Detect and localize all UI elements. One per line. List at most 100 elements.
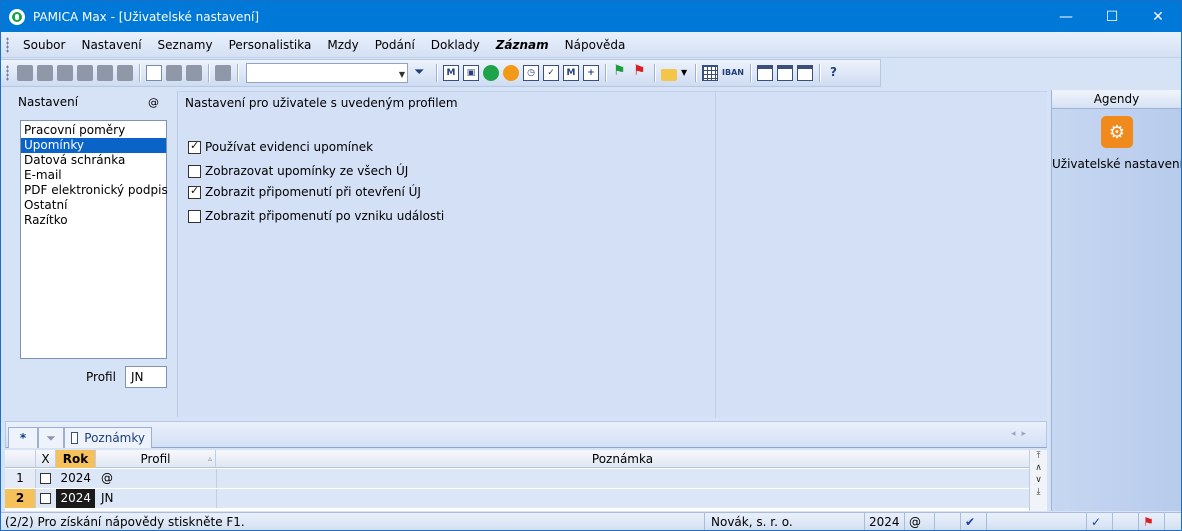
toolbar-separator <box>139 64 140 82</box>
toolbar-separator <box>750 64 751 82</box>
menu-grip-handle[interactable] <box>6 36 9 53</box>
status-ok-icon[interactable]: ✓ <box>1087 513 1113 530</box>
menu-mzdy[interactable]: Mzdy <box>319 38 366 52</box>
menu-napoveda[interactable]: Nápověda <box>557 38 634 52</box>
checkbox-label: Zobrazit připomenutí při otevření ÚJ <box>205 185 421 199</box>
category-item-upominky[interactable]: Upomínky <box>21 138 166 153</box>
column-header-poznamka[interactable]: Poznámka <box>216 450 1029 468</box>
employee-green-icon[interactable] <box>483 65 499 81</box>
category-item-razitko[interactable]: Razítko <box>21 213 166 228</box>
save-record-icon[interactable] <box>186 65 202 81</box>
profile-field[interactable]: JN <box>125 366 167 388</box>
cell-profil[interactable]: JN <box>101 489 216 508</box>
status-flag-icon[interactable]: ⚑ <box>1139 513 1165 530</box>
toolbar-grip-handle[interactable] <box>6 65 9 81</box>
tab-new-record[interactable]: * <box>8 427 38 448</box>
menu-personalistika[interactable]: Personalistika <box>221 38 320 52</box>
copy-record-icon[interactable] <box>37 65 53 81</box>
menu-zaznam[interactable]: Záznam <box>488 38 557 52</box>
m-report-icon[interactable]: M <box>563 65 579 81</box>
calendar-check-icon[interactable]: ✓ <box>543 65 559 81</box>
column-header-profil[interactable]: Profil ▵ <box>96 450 216 468</box>
checkbox-row-zobrazovat-upominky[interactable]: Zobrazovat upomínky ze všech ÚJ <box>188 164 408 178</box>
agenda-item-label[interactable]: Uživatelské nastavení <box>1052 157 1181 171</box>
app-window: PAMICA Max - [Uživatelské nastavení] — ☐… <box>0 0 1182 531</box>
print-preview-icon[interactable] <box>77 65 93 81</box>
agendy-panel: Agendy ⚙ Uživatelské nastavení <box>1051 90 1181 511</box>
scroll-up-icon[interactable]: ∧ <box>1030 462 1047 474</box>
monitor-icon[interactable] <box>757 65 773 81</box>
checkbox-pouzivat-evidenci[interactable] <box>188 139 201 154</box>
scroll-down-icon[interactable]: ∨ <box>1030 474 1047 486</box>
status-check-icon[interactable]: ✔ <box>961 513 987 530</box>
category-item-ostatni[interactable]: Ostatní <box>21 198 166 213</box>
table-row[interactable]: 1 2024 @ <box>5 469 1029 488</box>
employee-orange-icon[interactable] <box>503 65 519 81</box>
menu-nastaveni[interactable]: Nastavení <box>73 38 149 52</box>
green-flag-icon[interactable] <box>612 63 628 81</box>
minimize-button[interactable]: — <box>1043 1 1089 32</box>
tab-poznamky[interactable]: Poznámky <box>64 427 152 448</box>
tab-filter[interactable]: ⏷ <box>38 427 64 448</box>
calculator-icon[interactable] <box>702 65 718 81</box>
edit-record-icon[interactable] <box>166 65 182 81</box>
row-checkbox[interactable] <box>40 493 51 504</box>
grid-vertical-scrollbar[interactable]: ⤒ ∧ ∨ ⤓ <box>1029 450 1047 511</box>
window-tile-icon[interactable] <box>797 65 813 81</box>
profile-label: Profil <box>86 370 116 384</box>
document-image-icon[interactable]: ▣ <box>463 65 479 81</box>
m-document-icon[interactable]: M <box>443 65 459 81</box>
column-header-rok[interactable]: Rok <box>56 450 96 468</box>
user-settings-icon[interactable]: ⚙ <box>1101 116 1133 148</box>
filter-icon[interactable]: ⏷ <box>414 65 430 81</box>
checkbox-pripomenuti-otevreni[interactable] <box>188 184 201 199</box>
context-help-icon[interactable] <box>826 65 842 81</box>
cell-profil[interactable]: @ <box>101 469 216 488</box>
menu-podani[interactable]: Podání <box>367 38 423 52</box>
paste-icon[interactable] <box>215 65 231 81</box>
new-record-icon[interactable] <box>146 65 162 81</box>
calendar-clock-icon[interactable]: ◷ <box>523 65 539 81</box>
print-setup-icon[interactable] <box>117 65 133 81</box>
cell-rok[interactable]: 2024 <box>56 489 95 508</box>
scroll-bottom-icon[interactable]: ⤓ <box>1030 486 1047 498</box>
checkbox-row-pripomenuti-udalosti[interactable]: Zobrazit připomenutí po vzniku události <box>188 209 444 223</box>
print-icon[interactable] <box>57 65 73 81</box>
row-checkbox[interactable] <box>40 473 51 484</box>
iban-icon[interactable]: IBAN <box>722 65 744 81</box>
checkbox-zobrazovat-upominky[interactable] <box>188 164 201 178</box>
chevron-down-icon[interactable]: ▼ <box>399 70 405 79</box>
menu-soubor[interactable]: Soubor <box>15 38 73 52</box>
window-list-icon[interactable] <box>777 65 793 81</box>
status-bar: (2/2) Pro získání nápovědy stiskněte F1.… <box>1 512 1181 530</box>
scroll-top-icon[interactable]: ⤒ <box>1030 450 1047 462</box>
agendy-header[interactable]: Agendy <box>1052 90 1181 109</box>
toolbar: ▼ ⏷ M ▣ ◷ ✓ M + ▼ IBAN <box>1 59 881 87</box>
settings-panel-title: Nastavení <box>18 95 79 109</box>
filter-combo[interactable]: ▼ <box>246 63 408 83</box>
cell-poznamka[interactable] <box>216 469 1029 488</box>
menu-doklady[interactable]: Doklady <box>423 38 488 52</box>
checkbox-row-pouzivat-evidenci[interactable]: Používat evidenci upomínek <box>188 139 373 154</box>
category-item-datova-schranka[interactable]: Datová schránka <box>21 153 166 168</box>
column-header-x[interactable]: X <box>36 450 56 468</box>
open-agenda-icon[interactable] <box>17 65 33 81</box>
folder-icon[interactable] <box>661 68 677 81</box>
category-item-pdf-podpis[interactable]: PDF elektronický podpis <box>21 183 168 198</box>
table-row[interactable]: 2 2024 JN <box>5 489 1029 508</box>
export-icon[interactable] <box>97 65 113 81</box>
column-header-profil-label: Profil <box>140 452 171 466</box>
add-document-icon[interactable]: + <box>583 65 599 81</box>
tab-scroll-arrows[interactable]: ◂▸ <box>1011 429 1032 439</box>
folder-dropdown-chevron-icon[interactable]: ▼ <box>681 65 689 81</box>
cell-poznamka[interactable] <box>216 489 1029 508</box>
checkbox-row-pripomenuti-otevreni[interactable]: Zobrazit připomenutí při otevření ÚJ <box>188 184 421 199</box>
menu-seznamy[interactable]: Seznamy <box>150 38 221 52</box>
checkbox-pripomenuti-udalosti[interactable] <box>188 209 201 223</box>
close-button[interactable]: ✕ <box>1135 1 1181 32</box>
category-item-pracovni-pomery[interactable]: Pracovní poměry <box>21 123 166 138</box>
maximize-button[interactable]: ☐ <box>1089 1 1135 32</box>
category-item-email[interactable]: E-mail <box>21 168 166 183</box>
cell-rok[interactable]: 2024 <box>56 469 95 488</box>
red-flag-icon[interactable] <box>632 63 648 81</box>
